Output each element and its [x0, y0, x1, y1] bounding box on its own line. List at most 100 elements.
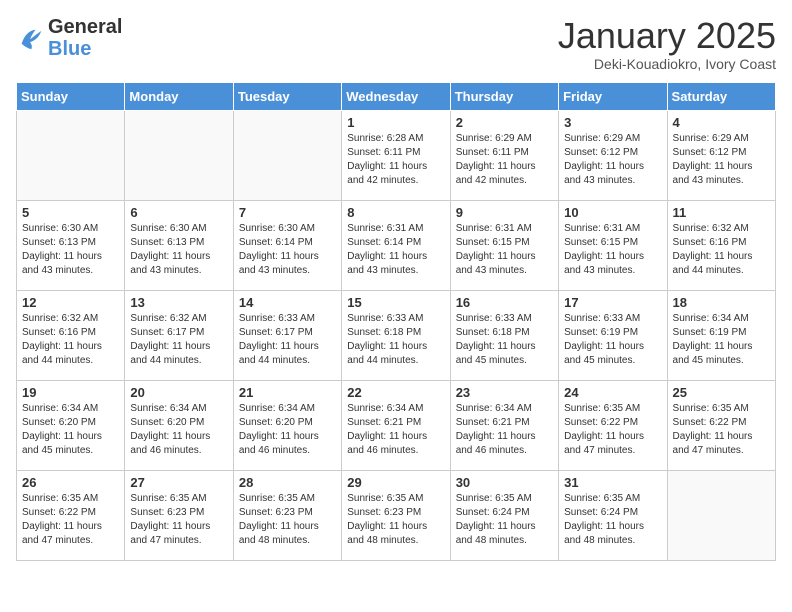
- calendar-cell: [125, 110, 233, 200]
- day-number: 22: [347, 385, 444, 400]
- day-number: 30: [456, 475, 553, 490]
- weekday-header-tuesday: Tuesday: [233, 82, 341, 110]
- month-title: January 2025: [558, 16, 776, 56]
- day-info: Sunrise: 6:35 AM Sunset: 6:24 PM Dayligh…: [564, 492, 661, 548]
- day-info: Sunrise: 6:35 AM Sunset: 6:23 PM Dayligh…: [347, 492, 444, 548]
- calendar-cell: 15Sunrise: 6:33 AM Sunset: 6:18 PM Dayli…: [342, 290, 450, 380]
- calendar-cell: 18 Sunrise: 6:34 AM Sunset: 6:19 PM Dayli…: [667, 290, 775, 380]
- day-number: 15: [347, 295, 444, 310]
- calendar-cell: 16 Sunrise: 6:33 AM Sunset: 6:18 PM Dayli…: [450, 290, 558, 380]
- day-info: Sunrise: 6:32 AM Sunset: 6:16 PM Dayligh…: [22, 312, 119, 368]
- day-info: Sunrise: 6:34 AM Sunset: 6:19 PM Dayligh…: [673, 312, 770, 368]
- day-number: 25: [673, 385, 770, 400]
- day-number: 11: [673, 205, 770, 220]
- calendar-cell: 29 Sunrise: 6:35 AM Sunset: 6:23 PM Dayli…: [342, 470, 450, 560]
- weekday-header-friday: Friday: [559, 82, 667, 110]
- day-number: 13: [130, 295, 227, 310]
- day-info: Sunrise: 6:35 AM Sunset: 6:22 PM Dayligh…: [673, 402, 770, 458]
- day-info: Sunrise: 6:35 AM Sunset: 6:23 PM Dayligh…: [130, 492, 227, 548]
- day-number: 16: [456, 295, 553, 310]
- calendar-cell: 2 Sunrise: 6:29 AM Sunset: 6:11 PM Daylig…: [450, 110, 558, 200]
- day-info: Sunrise: 6:35 AM Sunset: 6:23 PM Dayligh…: [239, 492, 336, 548]
- weekday-header-row: SundayMondayTuesdayWednesdayThursdayFrid…: [17, 82, 776, 110]
- day-info: Sunrise: 6:35 AM Sunset: 6:24 PM Dayligh…: [456, 492, 553, 548]
- day-number: 6: [130, 205, 227, 220]
- calendar-cell: 30 Sunrise: 6:35 AM Sunset: 6:24 PM Dayli…: [450, 470, 558, 560]
- day-number: 31: [564, 475, 661, 490]
- day-number: 12: [22, 295, 119, 310]
- day-info: Sunrise: 6:35 AM Sunset: 6:22 PM Dayligh…: [22, 492, 119, 548]
- calendar-table: SundayMondayTuesdayWednesdayThursdayFrid…: [16, 82, 776, 561]
- calendar-cell: 20 Sunrise: 6:34 AM Sunset: 6:20 PM Dayli…: [125, 380, 233, 470]
- day-number: 7: [239, 205, 336, 220]
- day-info: Sunrise: 6:29 AM Sunset: 6:12 PM Dayligh…: [673, 132, 770, 188]
- day-number: 9: [456, 205, 553, 220]
- day-info: Sunrise: 6:34 AM Sunset: 6:20 PM Dayligh…: [130, 402, 227, 458]
- logo-blue: Blue: [48, 38, 122, 60]
- day-info: Sunrise: 6:31 AM Sunset: 6:15 PM Dayligh…: [456, 222, 553, 278]
- calendar-cell: 14 Sunrise: 6:33 AM Sunset: 6:17 PM Dayli…: [233, 290, 341, 380]
- logo-general: General: [48, 16, 122, 38]
- calendar-cell: 27Sunrise: 6:35 AM Sunset: 6:23 PM Dayli…: [125, 470, 233, 560]
- day-info: Sunrise: 6:35 AM Sunset: 6:22 PM Dayligh…: [564, 402, 661, 458]
- day-number: 14: [239, 295, 336, 310]
- title-area: January 2025 Deki-Kouadiokro, Ivory Coas…: [558, 16, 776, 72]
- calendar-cell: [667, 470, 775, 560]
- calendar-cell: 31 Sunrise: 6:35 AM Sunset: 6:24 PM Dayli…: [559, 470, 667, 560]
- day-info: Sunrise: 6:29 AM Sunset: 6:11 PM Dayligh…: [456, 132, 553, 188]
- calendar-cell: 12 Sunrise: 6:32 AM Sunset: 6:16 PM Dayli…: [17, 290, 125, 380]
- day-number: 18: [673, 295, 770, 310]
- calendar-cell: 26 Sunrise: 6:35 AM Sunset: 6:22 PM Dayli…: [17, 470, 125, 560]
- day-number: 5: [22, 205, 119, 220]
- day-info: Sunrise: 6:30 AM Sunset: 6:14 PM Dayligh…: [239, 222, 336, 278]
- day-info: Sunrise: 6:28 AM Sunset: 6:11 PM Dayligh…: [347, 132, 444, 188]
- calendar-cell: 23Sunrise: 6:34 AM Sunset: 6:21 PM Dayli…: [450, 380, 558, 470]
- day-info: Sunrise: 6:30 AM Sunset: 6:13 PM Dayligh…: [22, 222, 119, 278]
- weekday-header-sunday: Sunday: [17, 82, 125, 110]
- day-info: Sunrise: 6:31 AM Sunset: 6:14 PM Dayligh…: [347, 222, 444, 278]
- location-subtitle: Deki-Kouadiokro, Ivory Coast: [558, 56, 776, 72]
- day-info: Sunrise: 6:29 AM Sunset: 6:12 PM Dayligh…: [564, 132, 661, 188]
- weekday-header-thursday: Thursday: [450, 82, 558, 110]
- day-info: Sunrise: 6:33 AM Sunset: 6:17 PM Dayligh…: [239, 312, 336, 368]
- calendar-cell: 10 Sunrise: 6:31 AM Sunset: 6:15 PM Dayli…: [559, 200, 667, 290]
- calendar-cell: 5 Sunrise: 6:30 AM Sunset: 6:13 PM Daylig…: [17, 200, 125, 290]
- day-number: 19: [22, 385, 119, 400]
- calendar-cell: [17, 110, 125, 200]
- day-number: 8: [347, 205, 444, 220]
- calendar-cell: 25 Sunrise: 6:35 AM Sunset: 6:22 PM Dayli…: [667, 380, 775, 470]
- day-info: Sunrise: 6:34 AM Sunset: 6:21 PM Dayligh…: [347, 402, 444, 458]
- day-number: 24: [564, 385, 661, 400]
- calendar-cell: 17 Sunrise: 6:33 AM Sunset: 6:19 PM Dayli…: [559, 290, 667, 380]
- day-number: 4: [673, 115, 770, 130]
- day-number: 1: [347, 115, 444, 130]
- logo: General Blue: [16, 16, 122, 60]
- day-number: 10: [564, 205, 661, 220]
- calendar-cell: 3Sunrise: 6:29 AM Sunset: 6:12 PM Daylig…: [559, 110, 667, 200]
- header: General Blue January 2025 Deki-Kouadiokr…: [16, 16, 776, 72]
- day-number: 28: [239, 475, 336, 490]
- day-number: 2: [456, 115, 553, 130]
- calendar-cell: [233, 110, 341, 200]
- weekday-header-monday: Monday: [125, 82, 233, 110]
- week-row-3: 19 Sunrise: 6:34 AM Sunset: 6:20 PM Dayli…: [17, 380, 776, 470]
- week-row-1: 5 Sunrise: 6:30 AM Sunset: 6:13 PM Daylig…: [17, 200, 776, 290]
- day-number: 20: [130, 385, 227, 400]
- day-info: Sunrise: 6:33 AM Sunset: 6:18 PM Dayligh…: [456, 312, 553, 368]
- day-info: Sunrise: 6:33 AM Sunset: 6:19 PM Dayligh…: [564, 312, 661, 368]
- day-number: 29: [347, 475, 444, 490]
- calendar-cell: 11Sunrise: 6:32 AM Sunset: 6:16 PM Dayli…: [667, 200, 775, 290]
- day-number: 17: [564, 295, 661, 310]
- day-info: Sunrise: 6:31 AM Sunset: 6:15 PM Dayligh…: [564, 222, 661, 278]
- day-number: 21: [239, 385, 336, 400]
- calendar-cell: 13Sunrise: 6:32 AM Sunset: 6:17 PM Dayli…: [125, 290, 233, 380]
- week-row-0: 1 Sunrise: 6:28 AM Sunset: 6:11 PM Daylig…: [17, 110, 776, 200]
- logo-bird-icon: [16, 24, 44, 52]
- day-number: 26: [22, 475, 119, 490]
- week-row-4: 26 Sunrise: 6:35 AM Sunset: 6:22 PM Dayli…: [17, 470, 776, 560]
- calendar-cell: 19Sunrise: 6:34 AM Sunset: 6:20 PM Dayli…: [17, 380, 125, 470]
- calendar-cell: 6Sunrise: 6:30 AM Sunset: 6:13 PM Daylig…: [125, 200, 233, 290]
- calendar-cell: 28 Sunrise: 6:35 AM Sunset: 6:23 PM Dayli…: [233, 470, 341, 560]
- day-info: Sunrise: 6:34 AM Sunset: 6:21 PM Dayligh…: [456, 402, 553, 458]
- week-row-2: 12 Sunrise: 6:32 AM Sunset: 6:16 PM Dayli…: [17, 290, 776, 380]
